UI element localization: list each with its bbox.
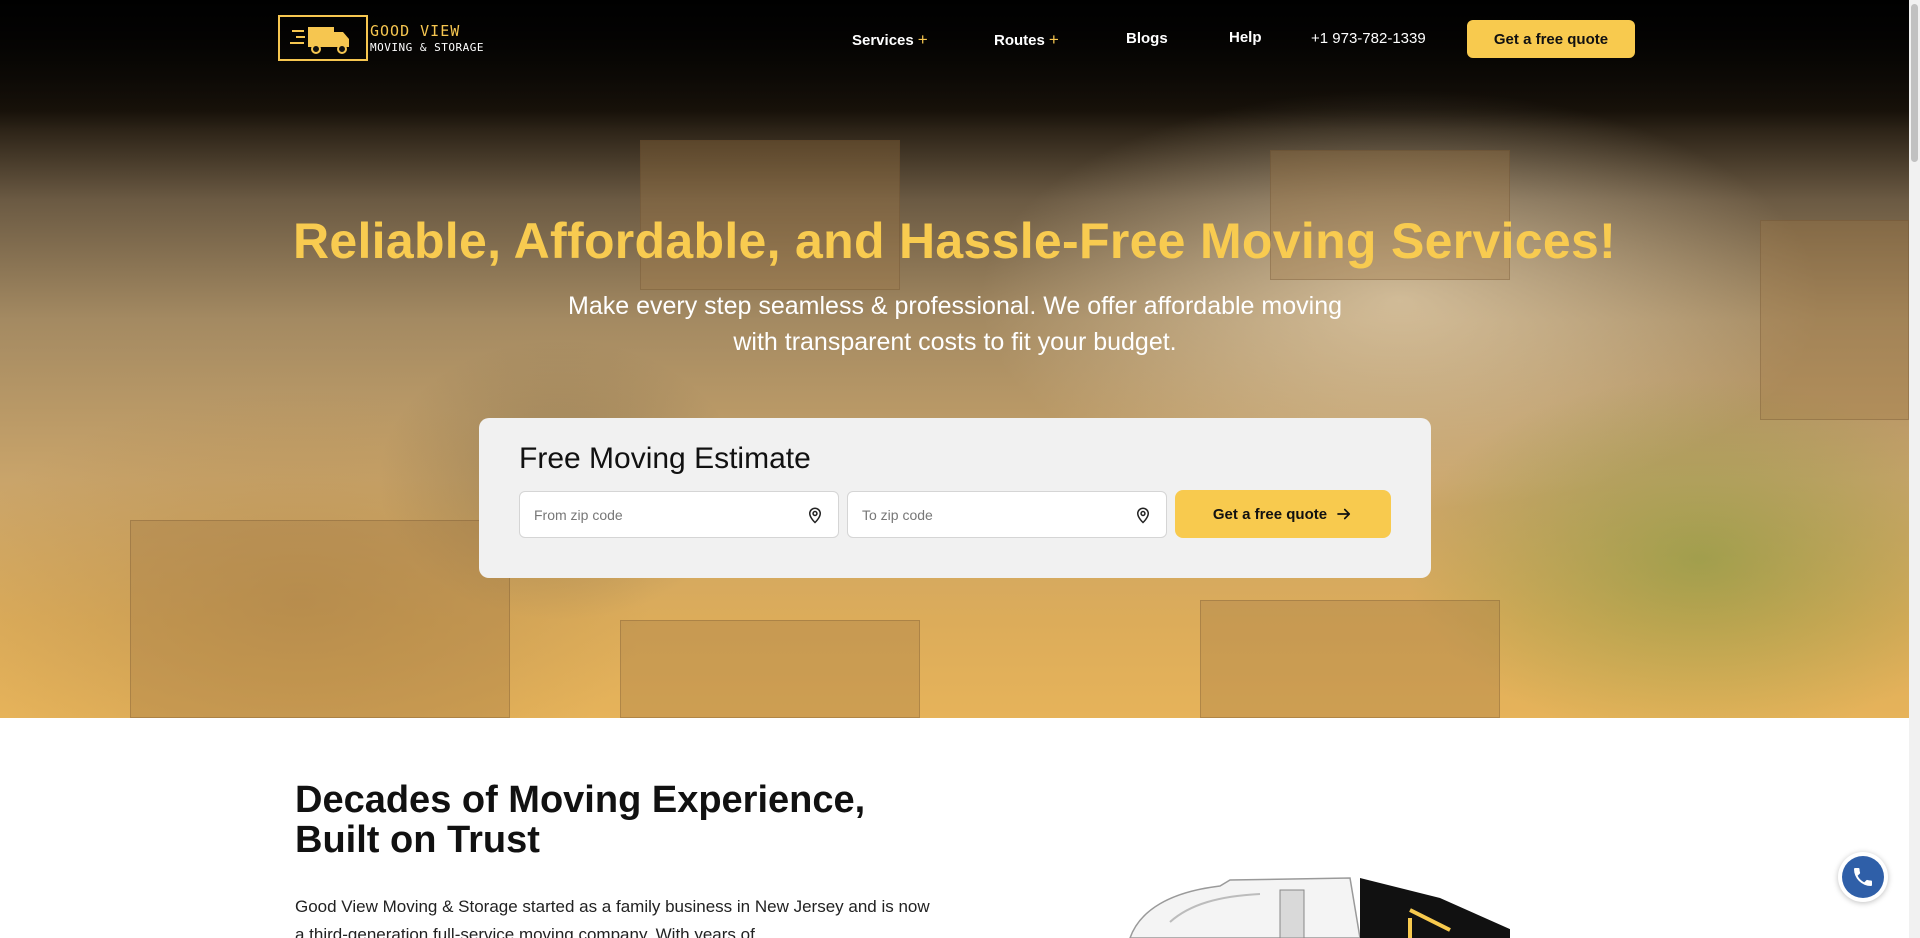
truck-image bbox=[1129, 877, 1510, 938]
page-scrollbar[interactable] bbox=[1909, 0, 1920, 938]
scrollbar-thumb[interactable] bbox=[1911, 4, 1918, 162]
brand-name: GOOD VIEW MOVING & STORAGE bbox=[370, 22, 484, 55]
nav-help[interactable]: Help bbox=[1229, 29, 1262, 46]
nav-routes[interactable]: Routes + bbox=[994, 30, 1059, 50]
from-zip-field[interactable] bbox=[519, 491, 839, 538]
hero-bg-box bbox=[1200, 600, 1500, 718]
hero-title: Reliable, Affordable, and Hassle-Free Mo… bbox=[292, 213, 1617, 269]
hero-bg-box bbox=[130, 520, 510, 718]
brand-name-line2: MOVING & STORAGE bbox=[370, 40, 484, 54]
header-quote-button[interactable]: Get a free quote bbox=[1467, 20, 1635, 58]
from-zip-input[interactable] bbox=[534, 506, 794, 523]
to-zip-input[interactable] bbox=[862, 506, 1122, 523]
location-pin-icon bbox=[808, 507, 822, 524]
estimate-card: Free Moving Estimate Get a free quote bbox=[479, 418, 1431, 578]
nav-blogs-label: Blogs bbox=[1126, 30, 1168, 47]
truck-logo-icon bbox=[278, 15, 368, 61]
floating-call-button[interactable] bbox=[1838, 852, 1888, 902]
location-pin-icon bbox=[1136, 507, 1150, 524]
hero-subtitle: Make every step seamless & professional.… bbox=[568, 292, 1342, 356]
nav-phone-link[interactable]: +1 973-782-1339 bbox=[1311, 30, 1426, 47]
estimate-quote-label: Get a free quote bbox=[1212, 505, 1328, 523]
nav-services[interactable]: Services + bbox=[852, 30, 928, 50]
estimate-title: Free Moving Estimate bbox=[519, 442, 811, 475]
estimate-quote-button[interactable]: Get a free quote bbox=[1175, 490, 1391, 538]
arrow-right-icon bbox=[1337, 508, 1351, 520]
nav-services-label: Services bbox=[852, 31, 914, 49]
brand-logo[interactable]: GOOD VIEW MOVING & STORAGE bbox=[278, 15, 484, 61]
plus-icon: + bbox=[917, 30, 928, 49]
about-text: Good View Moving & Storage started as a … bbox=[295, 897, 930, 938]
plus-icon: + bbox=[1048, 30, 1059, 49]
brand-name-line1: GOOD VIEW bbox=[370, 21, 461, 40]
phone-icon bbox=[1842, 856, 1884, 898]
about-title: Decades of Moving Experience, Built on T… bbox=[295, 780, 865, 860]
about-title-line1: Decades of Moving Experience, bbox=[295, 779, 866, 821]
nav-help-label: Help bbox=[1229, 29, 1262, 46]
about-title-line2: Built on Trust bbox=[295, 819, 540, 861]
nav-routes-label: Routes bbox=[994, 31, 1045, 49]
hero-bg-box bbox=[620, 620, 920, 718]
nav-blogs[interactable]: Blogs bbox=[1126, 30, 1168, 47]
to-zip-field[interactable] bbox=[847, 491, 1167, 538]
nav-phone-number: +1 973-782-1339 bbox=[1311, 30, 1426, 47]
